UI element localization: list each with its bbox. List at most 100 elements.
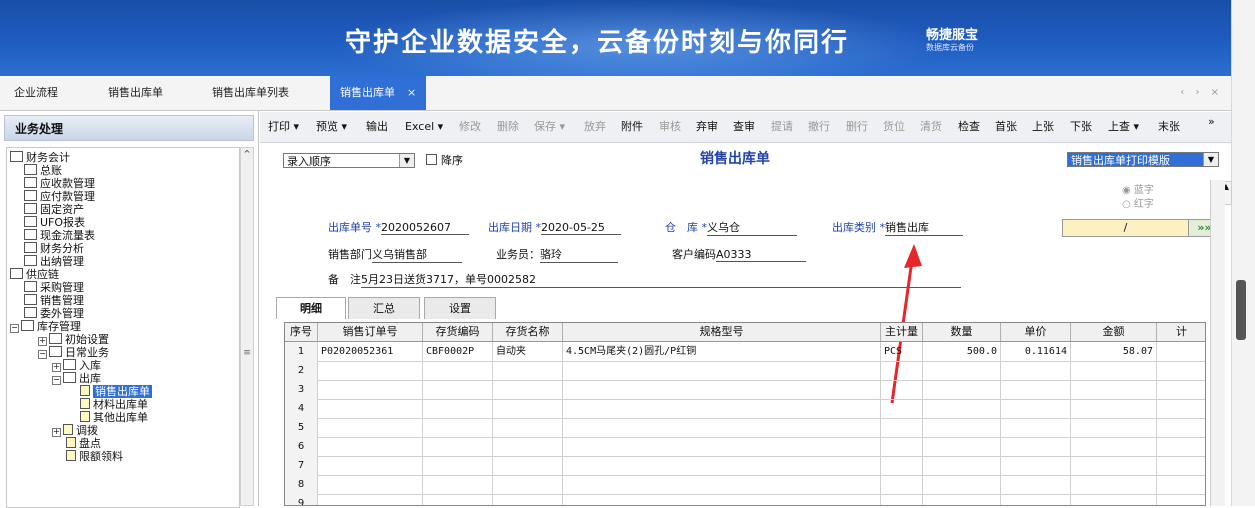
tree-node[interactable]: − 库存管理	[10, 320, 81, 333]
tree-node[interactable]: + 入库	[52, 359, 101, 372]
expand-icon[interactable]: +	[52, 363, 61, 372]
template-select[interactable]: 销售出库单打印模版 ▼	[1067, 152, 1219, 167]
col-header[interactable]: 存货编码	[423, 323, 493, 341]
tree-scrollbar[interactable]: ^ ≡	[240, 147, 254, 506]
save-button[interactable]: 保存 ▾	[534, 112, 565, 142]
tree-node[interactable]: 供应链	[10, 268, 59, 281]
tree-node[interactable]: 限额领料	[66, 450, 123, 463]
tab-sales-outbound-list[interactable]: 销售出库单列表	[212, 76, 289, 110]
tree-node[interactable]: 材料出库单	[80, 398, 148, 411]
col-header[interactable]: 主计量	[881, 323, 923, 341]
collapse-icon[interactable]: −	[10, 324, 19, 333]
table-row[interactable]: 7	[285, 456, 1205, 476]
table-row[interactable]: 4	[285, 399, 1205, 419]
undo-row-button[interactable]: 撤行	[808, 112, 830, 142]
tree-node[interactable]: 盘点	[66, 437, 101, 450]
col-header[interactable]: 单价	[1001, 323, 1071, 341]
tree-node[interactable]: 销售管理	[24, 294, 84, 307]
excel-button[interactable]: Excel ▾	[405, 112, 443, 142]
clear-goods-button[interactable]: 清货	[920, 112, 942, 142]
collapse-icon[interactable]: −	[52, 376, 61, 385]
chevron-up-icon[interactable]: ^	[242, 149, 252, 159]
delete-button[interactable]: 删除	[497, 112, 519, 142]
tree-node[interactable]: 财务会计	[10, 151, 70, 164]
tree-node[interactable]: UFO报表	[24, 216, 85, 229]
tree-node[interactable]: + 初始设置	[38, 333, 109, 346]
table-row[interactable]: 8	[285, 475, 1205, 495]
export-button[interactable]: 输出	[366, 112, 388, 142]
prev-button[interactable]: 上张	[1032, 112, 1054, 142]
side-input[interactable]: /	[1062, 219, 1189, 237]
preview-button[interactable]: 预览 ▾	[316, 112, 347, 142]
submit-button[interactable]: 提请	[771, 112, 793, 142]
tree-node[interactable]: 应收款管理	[24, 177, 95, 190]
tree-node[interactable]: 应付款管理	[24, 190, 95, 203]
sort-select[interactable]: 录入顺序 ▼	[283, 153, 415, 168]
out-type-field[interactable]: 出库类别 *销售出库	[832, 219, 963, 236]
next-button[interactable]: 下张	[1070, 112, 1092, 142]
expand-icon[interactable]: +	[38, 337, 47, 346]
print-button[interactable]: 打印 ▾	[268, 112, 299, 142]
attachment-button[interactable]: 附件	[621, 112, 643, 142]
expand-icon[interactable]: +	[52, 428, 61, 437]
table-row[interactable]: 9	[285, 494, 1205, 505]
tab-detail[interactable]: 明细	[276, 297, 346, 319]
check-audit-button[interactable]: 查审	[733, 112, 755, 142]
edit-button[interactable]: 修改	[459, 112, 481, 142]
table-row[interactable]: 1 P02020052361 CBF0002P 自动夹 4.5CM马尾夹(2)圆…	[285, 342, 1205, 362]
col-header[interactable]: 计	[1157, 323, 1205, 341]
inspect-button[interactable]: 检查	[958, 112, 980, 142]
tree-node[interactable]: − 出库	[52, 372, 101, 385]
unaudit-button[interactable]: 弃审	[696, 112, 718, 142]
out-no-field[interactable]: 出库单号 *2020052607	[328, 219, 469, 235]
tab-sales-outbound-active[interactable]: 销售出库单 ×	[330, 76, 427, 110]
tree-node[interactable]: 财务分析	[24, 242, 84, 255]
tree-node[interactable]: 采购管理	[24, 281, 84, 294]
close-icon[interactable]: ×	[407, 86, 416, 99]
form-scrollbar[interactable]	[1210, 180, 1225, 506]
col-header[interactable]: 数量	[923, 323, 1001, 341]
tree-node-selected[interactable]: 销售出库单	[80, 385, 152, 398]
tree-node[interactable]: 委外管理	[24, 307, 84, 320]
abandon-button[interactable]: 放弃	[584, 112, 606, 142]
salesman-field[interactable]: 业务员：骆玲	[496, 246, 618, 263]
col-header[interactable]: 金额	[1071, 323, 1157, 341]
tree-node[interactable]: 固定资产	[24, 203, 84, 216]
radio-blue[interactable]: ◉ 蓝字	[1122, 181, 1154, 196]
lookup-button[interactable]: 上查 ▾	[1108, 112, 1139, 142]
tree-node[interactable]: 其他出库单	[80, 411, 148, 424]
checkbox-icon[interactable]	[426, 154, 437, 165]
tree-node[interactable]: 出纳管理	[24, 255, 84, 268]
table-row[interactable]: 6	[285, 437, 1205, 457]
table-row[interactable]: 2	[285, 361, 1205, 381]
desc-checkbox[interactable]: 降序	[426, 153, 463, 168]
tab-nav-icons[interactable]: ‹ › ×	[1180, 76, 1223, 110]
more-icon[interactable]: »	[1208, 112, 1215, 132]
tree-node[interactable]: 总账	[24, 164, 62, 177]
col-header[interactable]: 规格型号	[563, 323, 881, 341]
outer-scroll-thumb[interactable]	[1236, 280, 1246, 340]
tab-sales-outbound[interactable]: 销售出库单	[108, 76, 163, 110]
out-date-field[interactable]: 出库日期 *2020-05-25	[488, 219, 621, 235]
tab-summary[interactable]: 汇总	[348, 297, 420, 319]
warehouse-field[interactable]: 仓 库 *义乌仓	[665, 219, 797, 236]
last-button[interactable]: 末张	[1158, 112, 1180, 142]
tree-node[interactable]: − 日常业务	[38, 346, 109, 359]
scroll-grip-icon[interactable]: ≡	[242, 348, 252, 358]
tab-enterprise-flow[interactable]: 企业流程	[14, 76, 58, 110]
col-header[interactable]: 销售订单号	[318, 323, 423, 341]
remark-field[interactable]: 备 注5月23日送货3717，单号0002582	[328, 271, 961, 288]
radio-red[interactable]: ○ 红字	[1122, 195, 1154, 210]
tree-node[interactable]: + 调拨	[52, 424, 98, 437]
audit-button[interactable]: 审核	[659, 112, 681, 142]
dept-field[interactable]: 销售部门义乌销售部	[328, 246, 462, 263]
delete-row-button[interactable]: 删行	[846, 112, 868, 142]
collapse-icon[interactable]: −	[38, 350, 47, 359]
customer-field[interactable]: 客户编码A0333	[672, 246, 806, 262]
col-header[interactable]: 序号	[285, 323, 318, 341]
location-button[interactable]: 货位	[883, 112, 905, 142]
tab-settings[interactable]: 设置	[424, 297, 496, 319]
tree-node[interactable]: 现金流量表	[24, 229, 95, 242]
table-row[interactable]: 5	[285, 418, 1205, 438]
col-header[interactable]: 存货名称	[493, 323, 563, 341]
